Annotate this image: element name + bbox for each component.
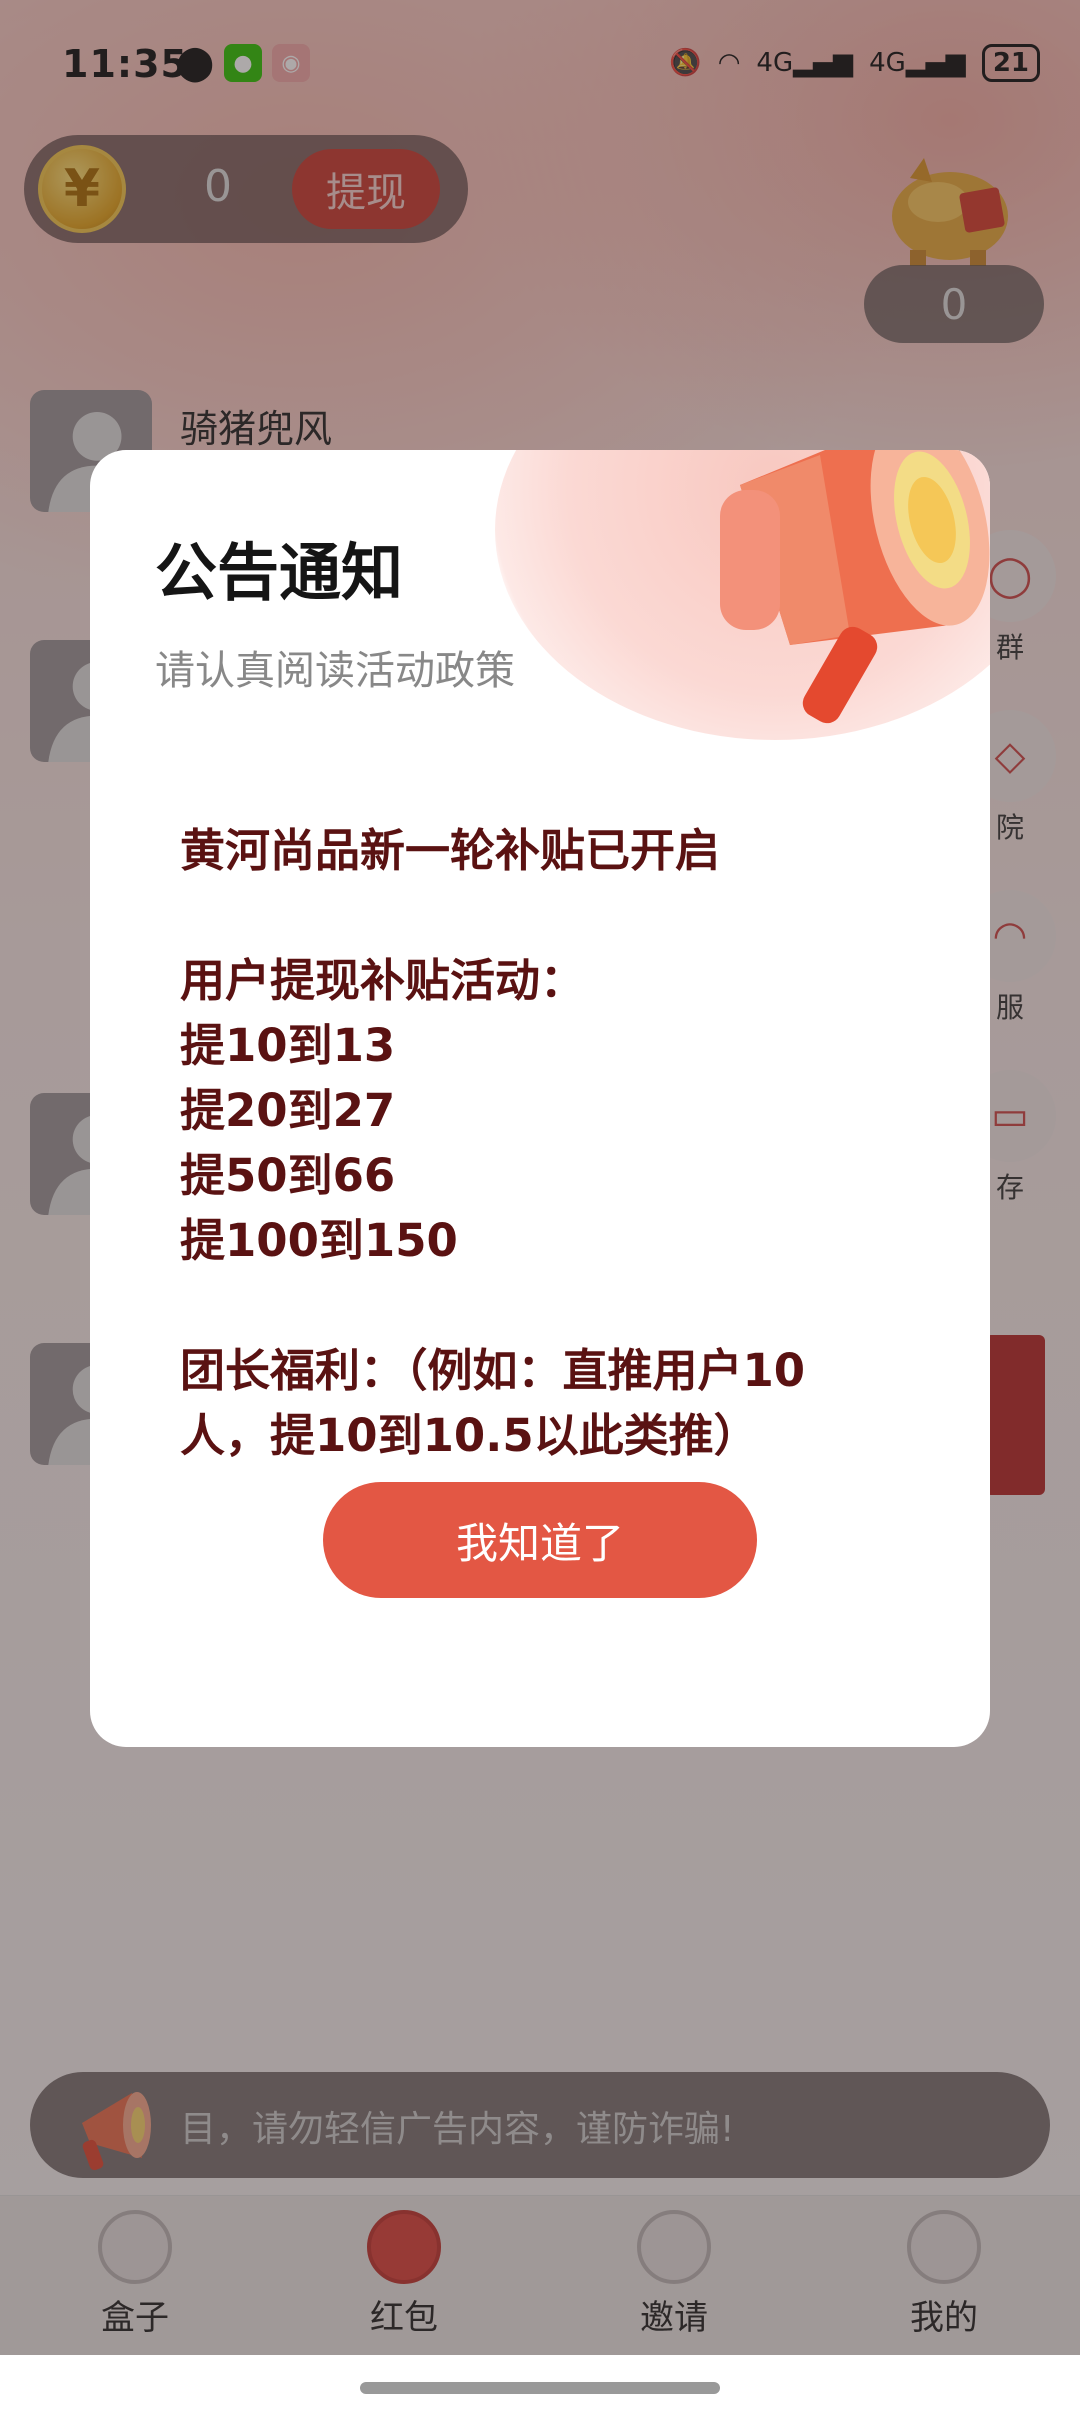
body-line: 提10到13 — [180, 1019, 396, 1072]
acknowledge-button[interactable]: 我知道了 — [323, 1482, 757, 1598]
dialog-subtitle: 请认真阅读活动政策 — [155, 648, 515, 694]
megaphone-icon — [720, 450, 990, 724]
body-line: 团长福利：（例如：直推用户10 — [180, 1344, 806, 1397]
body-line — [180, 1273, 940, 1338]
body-line: 提20到27 — [180, 1084, 396, 1137]
body-line: 用户提现补贴活动： — [180, 954, 586, 1007]
body-line: 提50到66 — [180, 1149, 396, 1202]
body-line: 提100到150 — [180, 1214, 458, 1267]
home-indicator[interactable] — [360, 2382, 720, 2394]
announcement-dialog: 公告通知 请认真阅读活动政策 黄河尚品新一轮补贴已开启 用户提现补贴活动： 提1… — [90, 450, 990, 1747]
body-line: 人，提10到10.5以此类推） — [180, 1409, 759, 1462]
dialog-title: 公告通知 — [155, 536, 404, 609]
body-line — [180, 883, 940, 948]
dialog-body: 黄河尚品新一轮补贴已开启 用户提现补贴活动： 提10到13 提20到27 提50… — [180, 818, 940, 1468]
body-line: 黄河尚品新一轮补贴已开启 — [180, 824, 721, 877]
